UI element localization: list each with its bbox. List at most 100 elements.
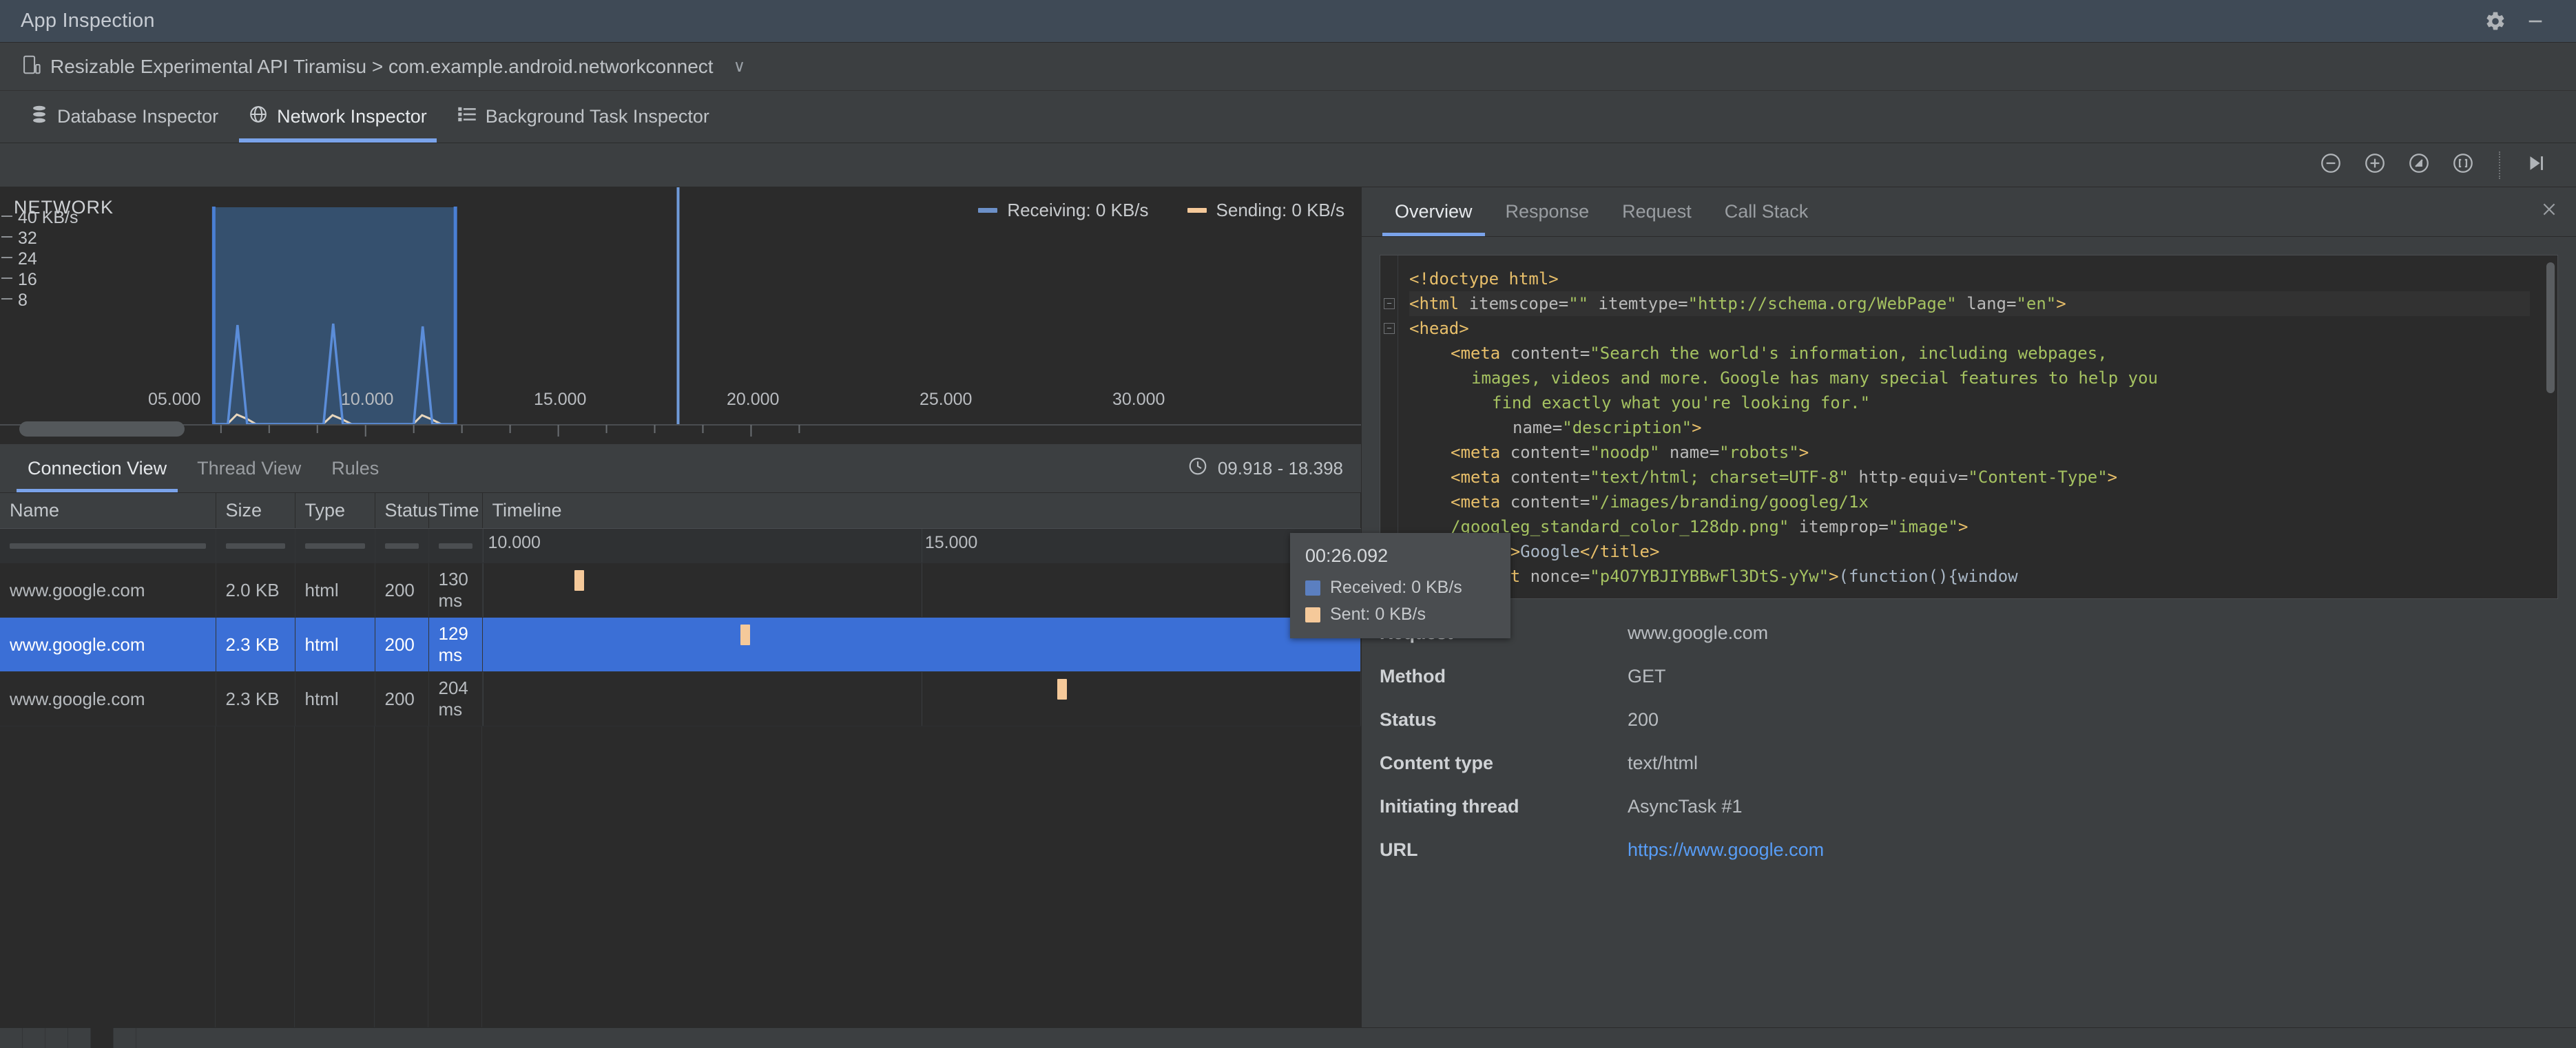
filter-name[interactable] [0,528,216,563]
filter-bar-type [304,543,365,549]
graph-legend: Receiving: 0 KB/s Sending: 0 KB/s [978,200,1344,221]
filter-time[interactable] [428,528,483,563]
tooltip-row-sent: Sent: 0 KB/s [1305,605,1495,625]
tab-call-stack[interactable]: Call Stack [1708,187,1825,236]
legend-swatch-receiving [978,208,998,213]
tab-call-stack-label: Call Stack [1724,201,1809,222]
code-content: <!doctype html> <html itemscope="" itemty… [1380,255,2557,598]
code-token: > [1957,517,1969,536]
zoom-to-fit-button[interactable] [2448,150,2478,180]
y-axis-label-32: 32 [18,229,37,248]
code-fold-icon[interactable]: − [1384,298,1395,309]
tab-thread-view[interactable]: Thread View [182,444,316,492]
code-token: name= [1513,418,1563,437]
tab-request[interactable]: Request [1606,187,1708,236]
tooltip-swatch-received [1305,580,1320,596]
code-token: "text/html; charset=UTF-8" [1590,468,1849,487]
tab-network-inspector[interactable]: Network Inspector [233,91,442,143]
process-selector[interactable]: Resizable Experimental API Tiramisu > co… [15,50,752,83]
tab-overview[interactable]: Overview [1378,187,1489,236]
column-header-timeline[interactable]: Timeline [482,493,1361,529]
network-graph[interactable]: NETWORK 40 KB/s 32 24 16 8 Receiving: 0 … [0,187,1510,638]
cell-timeline [482,617,1361,672]
response-preview-box[interactable]: <!doctype html> <html itemscope="" itemty… [1380,255,2558,599]
timeline-scrollbar[interactable] [0,417,1361,441]
gear-icon [2484,10,2506,32]
column-header-type[interactable]: Type [295,493,375,529]
detail-key: URL [1380,839,1418,860]
filter-type[interactable] [295,528,375,563]
tooltip-time: 00:26.092 [1305,545,1389,566]
cell-timeline [482,563,1361,618]
jump-to-end-button[interactable] [2521,150,2551,180]
table-row[interactable]: www.google.com 2.0 KB html 200 130 ms [0,563,1361,618]
code-token: "image" [1888,517,1958,536]
timeline-bar [574,570,585,591]
timeline-scrollbar-thumb[interactable] [19,421,185,437]
detail-row-url: URL https://www.google.com [1380,839,2558,861]
code-token: "" [1568,294,1589,313]
column-header-name[interactable]: Name [0,493,216,529]
clock-icon [1187,456,1208,481]
code-vertical-scrollbar[interactable] [2546,262,2555,393]
tool-window-item[interactable] [23,1028,45,1048]
left-pane: NETWORK 40 KB/s 32 24 16 8 Receiving: 0 … [0,187,1510,1048]
reset-zoom-button[interactable] [2404,150,2434,180]
code-token: <meta [1451,344,1510,363]
timeline-ruler: 10.000 15.000 [482,528,1361,563]
minimize-button[interactable] [2515,1,2555,41]
detail-value: GET [1628,666,1666,687]
body-split: NETWORK 40 KB/s 32 24 16 8 Receiving: 0 … [0,187,2576,1048]
legend-item-receiving: Receiving: 0 KB/s [978,200,1149,221]
detail-value-url-link[interactable]: https://www.google.com [1628,839,1824,861]
plus-circle-icon [2363,151,2387,178]
zoom-out-button[interactable] [2316,150,2346,180]
tab-overview-label: Overview [1395,201,1473,222]
detail-row-status: Status 200 [1380,709,2558,731]
column-header-status[interactable]: Status [375,493,437,529]
filter-size[interactable] [216,528,295,563]
device-phone-icon [22,54,41,78]
x-axis-label-15: 15.000 [534,390,587,409]
tool-window-item[interactable] [68,1028,91,1048]
tool-window-item-active[interactable] [91,1028,114,1048]
code-token: <html [1409,294,1469,313]
tool-window-item[interactable] [45,1028,68,1048]
table-row[interactable]: www.google.com 2.3 KB html 200 129 ms [0,617,1361,672]
tab-database-inspector-label: Database Inspector [57,106,219,127]
tab-connection-view-label: Connection View [28,457,167,479]
zoom-toolbar [0,143,2576,187]
tab-connection-view[interactable]: Connection View [12,444,182,492]
code-fold-icon[interactable]: − [1384,323,1395,334]
tab-thread-view-label: Thread View [197,457,302,479]
timeline-bar [1057,679,1068,700]
zoom-in-button[interactable] [2360,150,2390,180]
close-detail-pane-button[interactable] [2540,187,2558,236]
x-axis-label-5: 05.000 [148,390,201,409]
filter-status[interactable] [375,528,429,563]
code-token: "description" [1562,418,1692,437]
code-token: "en" [2016,294,2057,313]
code-line: <html itemscope="" itemtype="http://sche… [1409,291,2530,316]
filter-bar-time [438,543,472,549]
tab-background-task-inspector[interactable]: Background Task Inspector [442,91,725,143]
settings-button[interactable] [2475,1,2515,41]
code-token: images, videos and more. Google has many… [1471,368,2158,388]
detail-key: Initiating thread [1380,796,1519,817]
tab-rules[interactable]: Rules [316,444,394,492]
table-empty-area [0,726,1361,1048]
x-axis-label-10: 10.000 [341,390,394,409]
tab-response[interactable]: Response [1489,187,1606,236]
table-row[interactable]: www.google.com 2.3 KB html 200 204 ms [0,671,1361,726]
code-token: (function(){window [1838,567,2018,586]
tool-window-item[interactable] [0,1028,23,1048]
code-token: > [1798,443,1809,462]
detail-key: Content type [1380,753,1493,773]
column-header-size[interactable]: Size [216,493,295,529]
code-line: <meta content="noodp" name="robots"> [1409,440,2530,465]
tab-database-inspector[interactable]: Database Inspector [15,91,233,143]
tool-window-item[interactable] [114,1028,136,1048]
tab-background-task-inspector-label: Background Task Inspector [485,106,709,127]
code-line: <meta content="text/html; charset=UTF-8"… [1409,465,2530,490]
graph-tooltip: 00:26.092 Received: 0 KB/s Sent: 0 KB/s [1290,533,1510,638]
